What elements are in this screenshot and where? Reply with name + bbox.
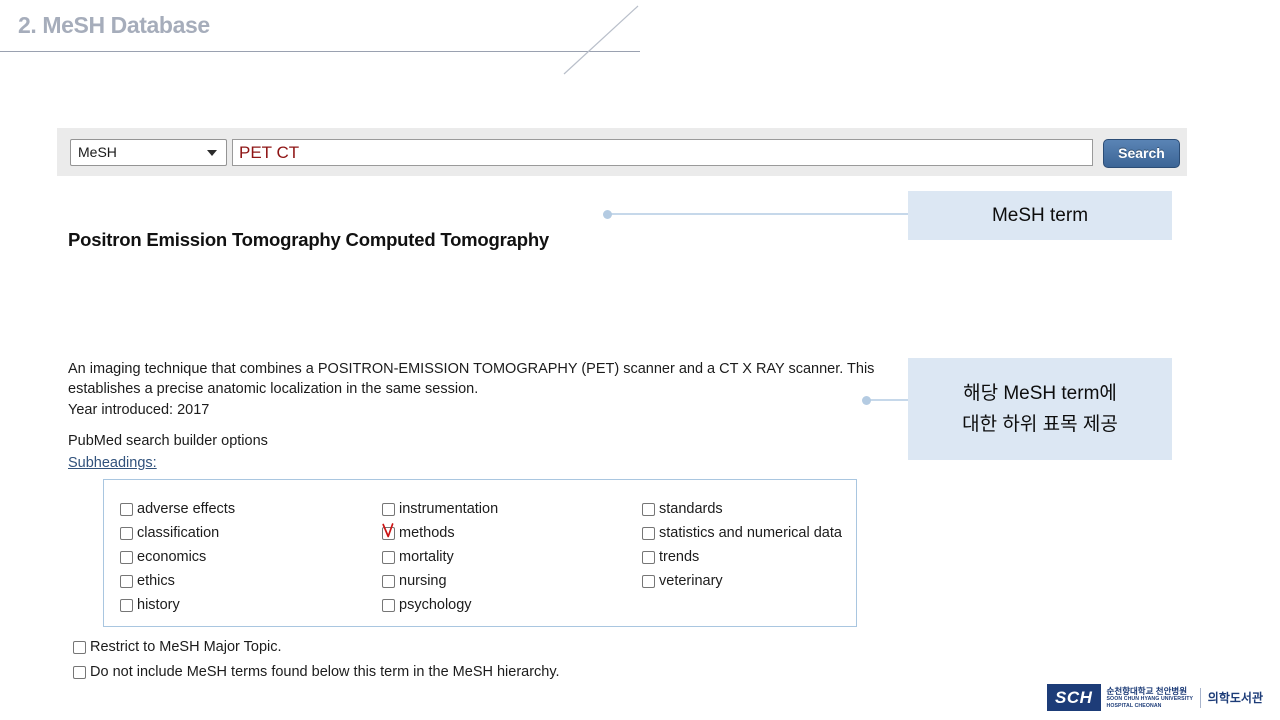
subheading-row[interactable]: statistics and numerical data (642, 524, 854, 548)
year-introduced: Year introduced: 2017 (68, 402, 210, 418)
checkbox-statistics-and-numerical-data[interactable] (642, 527, 655, 540)
subheading-label: veterinary (659, 573, 723, 589)
callout-subheadings-line2: 대한 하위 표목 제공 (962, 414, 1118, 435)
checkbox-methods[interactable] (382, 527, 395, 540)
sch-university-name-en-2: HOSPITAL CHEONAN (1106, 702, 1162, 709)
database-select-value: MeSH (78, 144, 117, 160)
search-button[interactable]: Search (1103, 139, 1180, 168)
subheading-row[interactable]: instrumentation (382, 500, 640, 524)
subheading-row[interactable]: trends (642, 548, 854, 572)
subheadings-column-1: adverse effects classification economics et… (120, 500, 380, 620)
subheading-label: classification (137, 525, 220, 541)
subheading-label: adverse effects (137, 501, 236, 517)
callout-subheadings: 해당 MeSH term에 대한 하위 표목 제공 (908, 358, 1172, 460)
subheading-row[interactable]: classification (120, 524, 380, 548)
search-builder-options-label: PubMed search builder options (68, 433, 268, 449)
checkbox-adverse-effects[interactable] (120, 503, 133, 516)
checkbox-economics[interactable] (120, 551, 133, 564)
header-divider (0, 51, 640, 52)
sch-university-name-ko: 순천향대학교 천안병원 (1106, 686, 1188, 697)
callout-connector-dot-term (603, 210, 612, 219)
header-slash-decoration (563, 5, 639, 75)
footer-library-label: 의학도서관 (1207, 691, 1263, 705)
subheading-row[interactable]: nursing (382, 572, 640, 596)
subheading-label: instrumentation (399, 501, 499, 517)
checkbox-no-hierarchy[interactable] (73, 666, 86, 679)
subheadings-link[interactable]: Subheadings: (68, 455, 157, 471)
sch-university-name: 순천향대학교 천안병원 SOON CHUN HYANG UNIVERSITY H… (1107, 684, 1194, 711)
checkbox-nursing[interactable] (382, 575, 395, 588)
checkbox-trends[interactable] (642, 551, 655, 564)
subheadings-column-3: standards statistics and numerical data tr… (642, 500, 854, 596)
restrict-hierarchy-row[interactable]: Do not include MeSH terms found below th… (73, 663, 560, 682)
chevron-down-icon (207, 149, 217, 156)
subheadings-column-2: instrumentation methods mortality nursing ps… (382, 500, 640, 620)
slide-header: 2. MeSH Database (0, 0, 1280, 90)
footer-logo-divider (1200, 687, 1201, 708)
checkbox-veterinary[interactable] (642, 575, 655, 588)
subheading-label: history (137, 597, 180, 613)
subheading-label: psychology (399, 597, 472, 613)
subheading-label: economics (137, 549, 207, 565)
checkbox-standards[interactable] (642, 503, 655, 516)
checkbox-classification[interactable] (120, 527, 133, 540)
subheading-label: mortality (399, 549, 454, 565)
checkbox-mortality[interactable] (382, 551, 395, 564)
sch-logo-mark: SCH (1047, 684, 1101, 711)
subheading-row[interactable]: methods (382, 523, 640, 548)
subheading-row[interactable]: economics (120, 548, 380, 572)
subheading-label: statistics and numerical data (659, 525, 842, 541)
callout-mesh-term-label: MeSH term (991, 204, 1089, 226)
subheading-row[interactable]: psychology (382, 596, 640, 620)
callout-connector-line-subheadings (868, 399, 909, 401)
database-select[interactable]: MeSH (70, 139, 227, 166)
checkbox-ethics[interactable] (120, 575, 133, 588)
checkbox-history[interactable] (120, 599, 133, 612)
subheading-row[interactable]: history (120, 596, 380, 620)
checkbox-psychology[interactable] (382, 599, 395, 612)
callout-connector-line-term (610, 213, 908, 215)
mesh-term-description: An imaging technique that combines a POS… (68, 361, 875, 397)
page-title: 2. MeSH Database (18, 12, 210, 38)
footer-logo: SCH 순천향대학교 천안병원 SOON CHUN HYANG UNIVERSI… (1047, 684, 1263, 711)
subheading-label: trends (659, 549, 700, 565)
subheading-label: methods (399, 525, 455, 541)
restrict-major-topic-label: Restrict to MeSH Major Topic. (90, 639, 282, 655)
restrict-major-topic-row[interactable]: Restrict to MeSH Major Topic. (73, 638, 282, 657)
search-bar: MeSH PET CT Search (57, 128, 1187, 176)
subheading-label: standards (659, 501, 723, 517)
subheading-row[interactable]: ethics (120, 572, 380, 596)
subheadings-box: adverse effects classification economics et… (103, 479, 857, 627)
subheading-label: ethics (137, 573, 175, 589)
checkbox-restrict-major-topic[interactable] (73, 641, 86, 654)
callout-subheadings-line1: 해당 MeSH term에 (963, 383, 1117, 404)
subheading-label: nursing (399, 573, 447, 589)
subheading-row[interactable]: standards (642, 500, 854, 524)
subheading-row[interactable]: mortality (382, 548, 640, 572)
mesh-term-title: Positron Emission Tomography Computed To… (68, 229, 550, 250)
callout-mesh-term: MeSH term (908, 191, 1172, 240)
result-panel: Positron Emission Tomography Computed To… (57, 176, 908, 680)
subheading-row[interactable]: adverse effects (120, 500, 380, 524)
restrict-hierarchy-label: Do not include MeSH terms found below th… (90, 664, 560, 680)
subheading-row[interactable]: veterinary (642, 572, 854, 596)
callout-connector-dot-subheadings (862, 396, 871, 405)
checkbox-instrumentation[interactable] (382, 503, 395, 516)
search-input[interactable]: PET CT (232, 139, 1093, 166)
